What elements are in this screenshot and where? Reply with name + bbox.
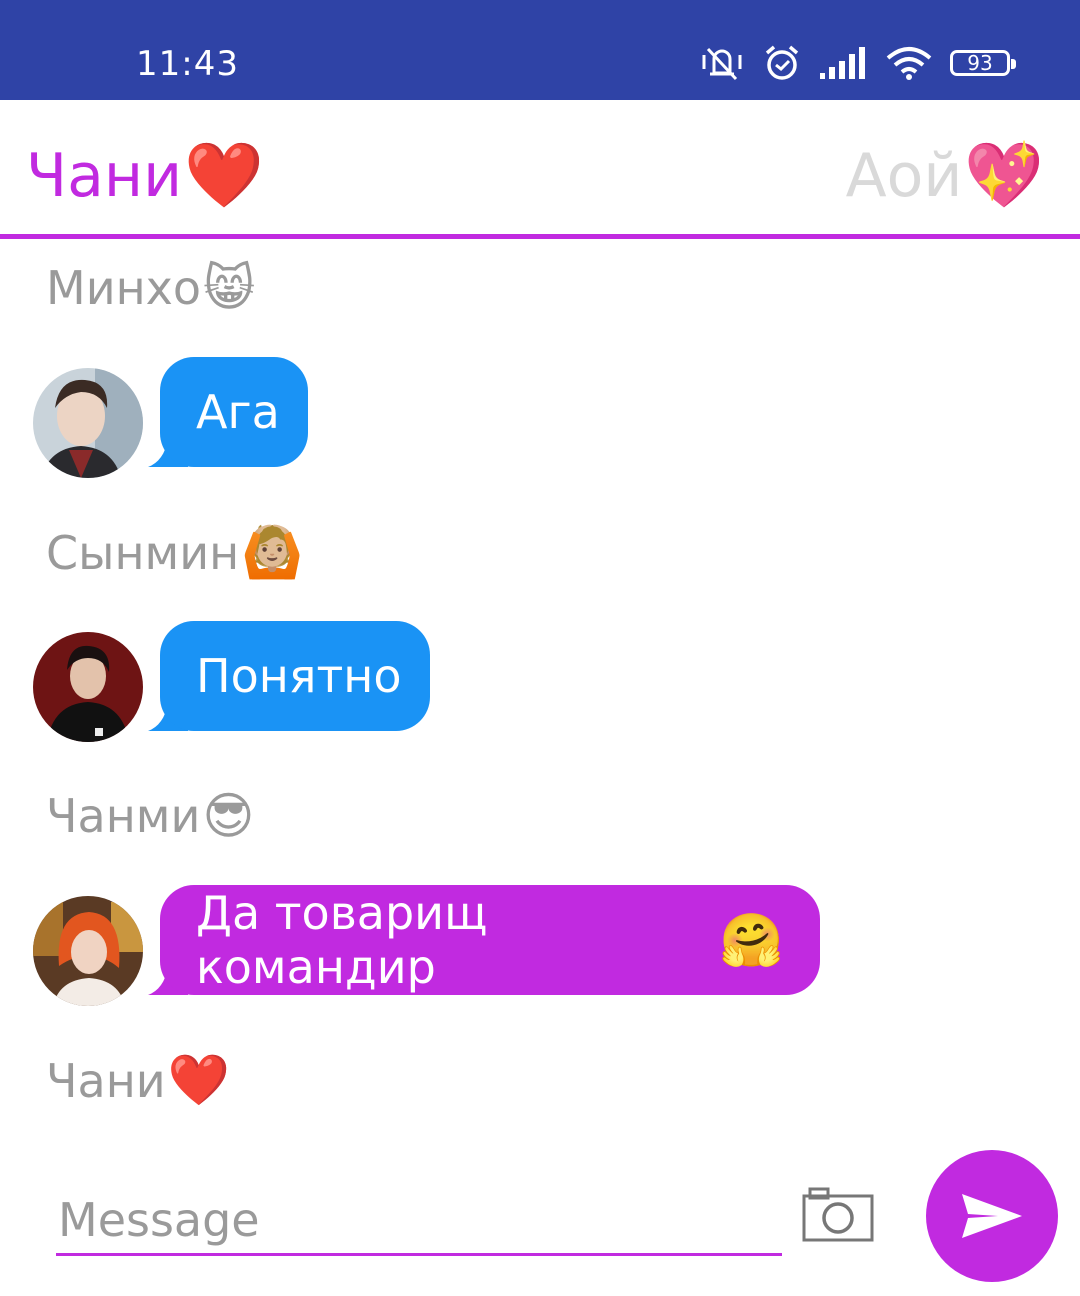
message-bubble[interactable]: Ага	[160, 357, 308, 467]
message-bubble[interactable]: Да товарищ командир 🤗	[160, 885, 820, 995]
sender-name: Сынмин 🙆🏼	[46, 523, 303, 582]
tab-bar: Чани ❤️ Аой 💖	[0, 100, 1080, 239]
sender-name: Минхо 😸	[46, 259, 255, 317]
sender-label: Сынмин	[46, 525, 240, 580]
sender-name: Чанми 😎	[46, 787, 255, 845]
cat-emoji: 😸	[203, 259, 256, 317]
camera-icon	[802, 1187, 874, 1242]
status-time: 11:43	[136, 44, 239, 84]
tab-aoi[interactable]: Аой 💖	[846, 138, 1044, 213]
sender-name: Чани ❤️	[46, 1051, 230, 1110]
battery-indicator: 93	[950, 50, 1016, 76]
send-icon	[962, 1194, 1022, 1238]
message-text: Да товарищ командир	[196, 886, 488, 994]
vibrate-off-icon	[700, 43, 744, 83]
send-button[interactable]	[926, 1150, 1058, 1282]
message-bubble[interactable]: Понятно	[160, 621, 430, 731]
status-icons: 93	[700, 40, 1016, 86]
avatar[interactable]	[33, 632, 143, 742]
sender-label: Минхо	[46, 261, 202, 315]
avatar[interactable]	[33, 368, 143, 478]
hugging-emoji: 🤗	[719, 910, 784, 971]
alarm-icon	[762, 43, 802, 83]
signal-icon	[820, 47, 868, 79]
tab-chani[interactable]: Чани ❤️	[26, 138, 264, 213]
message-text: Ага	[196, 385, 280, 439]
avatar[interactable]	[33, 896, 143, 1006]
battery-level: 93	[967, 51, 993, 75]
sender-label: Чани	[46, 1053, 166, 1108]
heart-emoji: ❤️	[184, 139, 264, 213]
message-text: Понятно	[196, 649, 402, 703]
sunglasses-emoji: 😎	[202, 787, 255, 845]
message-input[interactable]	[56, 1186, 782, 1256]
tab-label: Аой	[845, 140, 963, 211]
ok-gesture-emoji: 🙆🏼	[241, 523, 304, 581]
sparkling-heart-emoji: 💖	[964, 139, 1044, 213]
wifi-icon	[886, 46, 932, 80]
camera-button[interactable]	[802, 1186, 874, 1242]
status-bar: 11:43 93	[0, 0, 1080, 100]
tab-label: Чани	[26, 140, 183, 211]
heart-emoji: ❤️	[167, 1051, 230, 1109]
sender-label: Чанми	[46, 789, 201, 843]
message-composer	[0, 1150, 1080, 1296]
